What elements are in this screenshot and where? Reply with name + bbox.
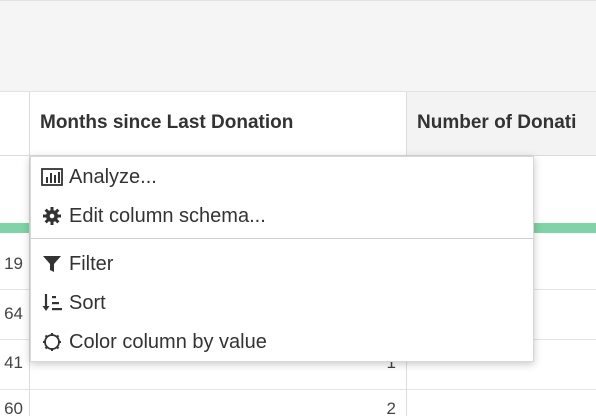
menu-item-label: Filter <box>69 252 114 275</box>
number-column-title: Number of Donati <box>417 112 577 133</box>
row-index-column: 19 64 41 60 <box>0 92 30 418</box>
column-context-menu: Analyze... Edit column schema... Filter … <box>30 156 534 362</box>
row-number: 41 <box>4 353 23 372</box>
menu-item-analyze[interactable]: Analyze... <box>31 158 533 196</box>
number-column-header[interactable]: Number of Donati <box>407 92 596 156</box>
bar-chart-icon <box>41 166 63 188</box>
months-column-title: Months since Last Donation <box>40 112 294 133</box>
row-number: 60 <box>4 399 23 418</box>
menu-item-label: Color column by value <box>69 330 267 353</box>
menu-item-filter[interactable]: Filter <box>31 245 533 283</box>
menu-item-edit-schema[interactable]: Edit column schema... <box>31 197 533 235</box>
row-number: 19 <box>4 254 23 273</box>
color-wheel-icon <box>41 331 63 353</box>
row-number: 64 <box>4 304 23 323</box>
menu-item-color-by-value[interactable]: Color column by value <box>31 323 533 361</box>
gear-icon <box>41 205 63 227</box>
row-index-header <box>0 92 29 156</box>
sort-icon <box>41 292 63 314</box>
filter-icon <box>41 253 63 275</box>
table-cell: 2 <box>386 399 396 418</box>
top-toolbar-area <box>0 0 596 92</box>
months-column-header[interactable]: Months since Last Donation <box>30 92 406 156</box>
menu-item-label: Sort <box>69 291 106 314</box>
menu-item-sort[interactable]: Sort <box>31 284 533 322</box>
menu-item-label: Analyze... <box>69 165 157 188</box>
menu-item-label: Edit column schema... <box>69 204 266 227</box>
menu-divider <box>31 238 533 239</box>
